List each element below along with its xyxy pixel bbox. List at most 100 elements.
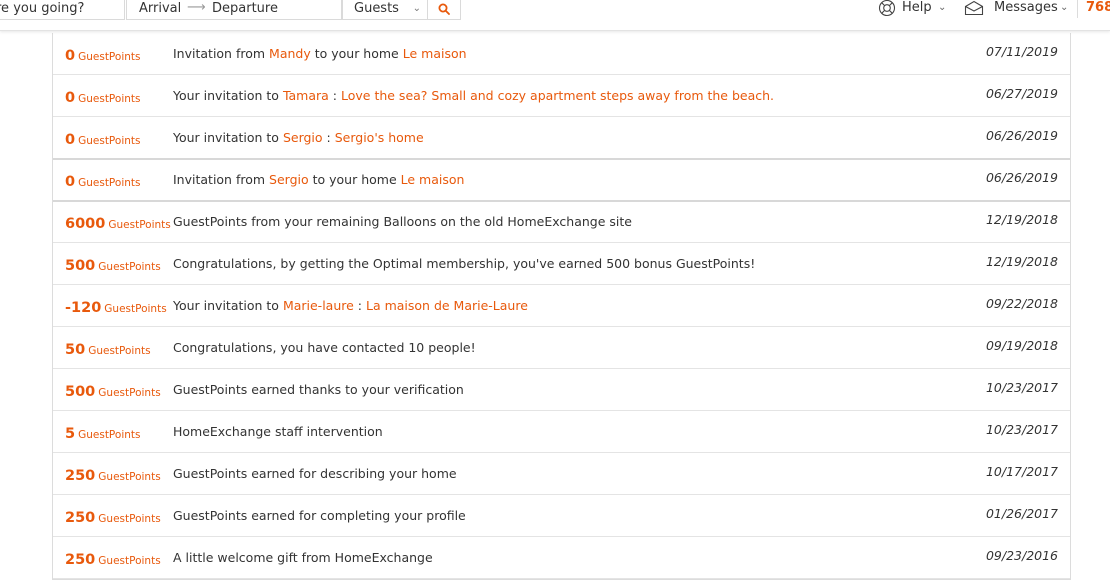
entry-text: : [322, 130, 335, 145]
top-navigation-bar: re you going? Arrival ⟶ Departure Guests… [0, 0, 1110, 31]
messages-label: Messages [994, 0, 1058, 15]
guests-label: Guests [354, 1, 399, 16]
points-unit: GuestPoints [78, 135, 141, 147]
entry-description: GuestPoints from your remaining Balloons… [173, 214, 632, 229]
points-unit: GuestPoints [108, 219, 171, 231]
entry-text: GuestPoints earned thanks to your verifi… [173, 382, 464, 397]
history-row: 50 GuestPoints Congratulations, you have c… [53, 327, 1070, 369]
entry-description: Invitation from Sergio to your home Le m… [173, 172, 464, 187]
departure-date-field[interactable]: Departure [212, 0, 278, 17]
points-amount: 250 GuestPoints [65, 465, 161, 484]
entry-text: GuestPoints from your remaining Balloons… [173, 214, 632, 229]
entry-text: Invitation from [173, 46, 270, 61]
entry-link[interactable]: Marie-laure [283, 298, 354, 313]
history-row: 0 GuestPoints Your invitation to Tamara : … [53, 75, 1070, 117]
history-row: 0 GuestPoints Invitation from Mandy to you… [53, 33, 1070, 75]
points-amount: 0 GuestPoints [65, 171, 140, 190]
entry-description: Your invitation to Tamara : Love the sea… [173, 88, 774, 103]
search-icon [438, 3, 450, 15]
entry-description: Invitation from Mandy to your home Le ma… [173, 46, 467, 61]
entry-date: 06/26/2019 [985, 128, 1058, 143]
arrival-date-field[interactable]: Arrival [139, 0, 181, 17]
entry-text: Congratulations, by getting the Optimal … [173, 256, 756, 271]
entry-description: GuestPoints earned thanks to your verifi… [173, 382, 464, 397]
history-row: 250 GuestPoints GuestPoints earned for des… [53, 453, 1070, 495]
entry-link[interactable]: Sergio [269, 172, 309, 187]
history-row: 250 GuestPoints A little welcome gift from… [53, 537, 1070, 579]
entry-link[interactable]: Love the sea? Small and cozy apartment s… [341, 88, 774, 103]
points-amount: -120 GuestPoints [65, 297, 167, 316]
entry-link[interactable]: Tamara [283, 88, 329, 103]
entry-date: 10/17/2017 [985, 464, 1058, 479]
points-unit: GuestPoints [88, 345, 151, 357]
points-amount: 0 GuestPoints [65, 129, 140, 148]
entry-link[interactable]: Sergio's home [335, 130, 424, 145]
entry-text: GuestPoints earned for completing your p… [173, 508, 466, 523]
points-value: 6000 [65, 216, 106, 232]
points-unit: GuestPoints [98, 387, 161, 399]
entry-text: : [328, 88, 341, 103]
entry-text: to your home [308, 172, 401, 187]
chevron-down-icon: ⌄ [1060, 2, 1069, 13]
entry-date: 10/23/2017 [985, 380, 1058, 395]
points-value: 0 [65, 174, 76, 190]
entry-text: Congratulations, you have contacted 10 p… [173, 340, 476, 355]
entry-link[interactable]: Le maison [403, 46, 467, 61]
entry-link[interactable]: Mandy [269, 46, 311, 61]
entry-description: A little welcome gift from HomeExchange [173, 550, 433, 565]
history-row: 6000 GuestPoints GuestPoints from your rem… [53, 201, 1070, 243]
points-value: 250 [65, 510, 96, 526]
points-value: 0 [65, 90, 76, 106]
entry-date: 07/11/2019 [985, 44, 1058, 59]
points-amount: 6000 GuestPoints [65, 213, 171, 232]
date-range-picker[interactable]: Arrival ⟶ Departure [126, 0, 342, 20]
entry-text: HomeExchange staff intervention [173, 424, 383, 439]
points-amount: 50 GuestPoints [65, 339, 151, 358]
points-value: 50 [65, 342, 86, 358]
entry-text: Your invitation to [173, 298, 283, 313]
entry-date: 06/27/2019 [985, 86, 1058, 101]
points-value: 5 [65, 426, 76, 442]
destination-search-input[interactable]: re you going? [0, 0, 125, 20]
points-value: 250 [65, 552, 96, 568]
points-unit: GuestPoints [98, 261, 161, 273]
points-amount: 250 GuestPoints [65, 507, 161, 526]
entry-date: 06/26/2019 [985, 170, 1058, 185]
guests-select[interactable]: Guests ⌄ [342, 0, 428, 20]
entry-link[interactable]: Le maison [401, 172, 465, 187]
entry-date: 09/19/2018 [985, 338, 1058, 353]
points-unit: GuestPoints [98, 471, 161, 483]
help-label: Help [902, 0, 932, 15]
chevron-down-icon: ⌄ [938, 2, 947, 13]
points-unit: GuestPoints [78, 429, 141, 441]
points-unit: GuestPoints [98, 513, 161, 525]
header-divider [1077, 0, 1078, 18]
entry-description: HomeExchange staff intervention [173, 424, 383, 439]
points-unit: GuestPoints [78, 177, 141, 189]
guestpoints-balance[interactable]: 768 [1086, 0, 1110, 16]
envelope-icon [964, 0, 984, 16]
search-button[interactable] [427, 0, 461, 20]
points-value: 500 [65, 384, 96, 400]
chevron-down-icon: ⌄ [412, 3, 421, 14]
entry-text: to your home [310, 46, 403, 61]
points-amount: 0 GuestPoints [65, 87, 140, 106]
points-value: 500 [65, 258, 96, 274]
history-row: 0 GuestPoints Invitation from Sergio to yo… [53, 159, 1070, 202]
entry-text: A little welcome gift from HomeExchange [173, 550, 433, 565]
points-value: 0 [65, 48, 76, 64]
points-amount: 500 GuestPoints [65, 381, 161, 400]
history-row: 5 GuestPoints HomeExchange staff intervent… [53, 411, 1070, 453]
points-unit: GuestPoints [78, 93, 141, 105]
entry-description: GuestPoints earned for describing your h… [173, 466, 457, 481]
entry-link[interactable]: Sergio [283, 130, 323, 145]
history-row: 500 GuestPoints Congratulations, by gettin… [53, 243, 1070, 285]
points-amount: 0 GuestPoints [65, 45, 140, 64]
entry-description: Congratulations, by getting the Optimal … [173, 256, 755, 271]
guestpoints-history-list: 0 GuestPoints Invitation from Mandy to you… [52, 33, 1071, 580]
entry-link[interactable]: La maison de Marie-Laure [366, 298, 528, 313]
arrow-right-icon: ⟶ [187, 0, 206, 15]
points-unit: GuestPoints [78, 51, 141, 63]
history-row: -120 GuestPoints Your invitation to Marie-… [53, 285, 1070, 327]
history-row: 0 GuestPoints Your invitation to Sergio : … [53, 117, 1070, 160]
